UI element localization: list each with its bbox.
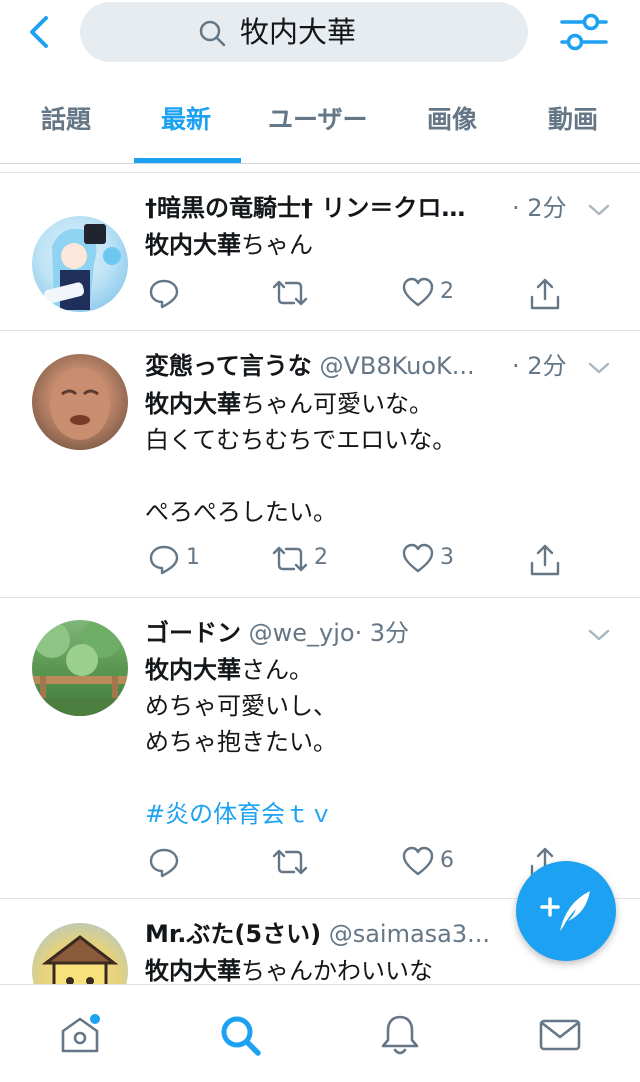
avatar[interactable] bbox=[32, 620, 128, 716]
tweet-text: 牧内大華ちゃん可愛いな。 白くてむちむちでエロいな。 ぺろぺろしたい。 bbox=[145, 390, 457, 526]
avatar[interactable] bbox=[32, 216, 128, 312]
mail-icon bbox=[539, 1019, 581, 1051]
tweet-text: 牧内大華ちゃん bbox=[145, 231, 313, 259]
like-count: 3 bbox=[440, 545, 454, 570]
active-tab-indicator bbox=[134, 158, 241, 163]
like-count: 2 bbox=[440, 279, 454, 304]
nav-notifications[interactable] bbox=[378, 1013, 422, 1057]
share-icon bbox=[530, 278, 560, 310]
divider bbox=[0, 597, 640, 598]
tweet-time: · 2分 bbox=[512, 352, 567, 380]
tweet-time: · 2分 bbox=[512, 194, 567, 222]
author-handle[interactable]: @VB8KuoK... bbox=[319, 352, 474, 380]
reply-icon bbox=[149, 545, 179, 575]
avatar[interactable] bbox=[32, 354, 128, 450]
reply-icon bbox=[149, 848, 179, 878]
retweet-button[interactable]: 2 bbox=[272, 543, 342, 577]
author-handle[interactable]: @we_yjo bbox=[249, 619, 355, 647]
chevron-down-icon[interactable] bbox=[587, 627, 611, 643]
tweet-time: · 3分 bbox=[354, 619, 410, 647]
back-arrow-icon[interactable] bbox=[22, 14, 58, 50]
reply-button[interactable] bbox=[148, 846, 208, 880]
retweet-button[interactable] bbox=[272, 277, 342, 311]
like-button[interactable]: 3 bbox=[402, 543, 472, 577]
reply-count: 1 bbox=[186, 545, 200, 570]
tweet-author: ゴードン @we_yjo· 3分 bbox=[145, 617, 409, 649]
divider bbox=[0, 330, 640, 331]
author-name[interactable]: †暗黒の竜騎士† リン＝クロ… bbox=[145, 194, 465, 222]
bottom-nav bbox=[0, 984, 640, 1082]
like-button[interactable]: 6 bbox=[402, 846, 472, 880]
retweet-icon bbox=[272, 546, 308, 572]
reply-icon bbox=[149, 279, 179, 309]
share-icon bbox=[530, 544, 560, 576]
tab-images[interactable]: 画像 bbox=[427, 100, 477, 136]
chevron-down-icon[interactable] bbox=[587, 202, 611, 218]
avatar-photo bbox=[32, 620, 128, 716]
share-button[interactable] bbox=[528, 543, 568, 577]
hashtag-link[interactable]: #炎の体育会ｔｖ bbox=[145, 800, 333, 828]
like-button[interactable]: 2 bbox=[402, 277, 472, 311]
avatar-photo bbox=[50, 368, 110, 440]
filter-settings-icon[interactable] bbox=[560, 12, 608, 52]
search-icon bbox=[199, 20, 226, 47]
retweet-icon bbox=[272, 280, 308, 306]
retweet-icon bbox=[272, 849, 308, 875]
divider bbox=[0, 172, 640, 173]
compose-feather-icon bbox=[540, 891, 590, 931]
nav-search[interactable] bbox=[218, 1013, 262, 1057]
retweet-count: 2 bbox=[314, 545, 328, 570]
author-name[interactable]: ゴードン bbox=[145, 619, 241, 647]
compose-tweet-button[interactable] bbox=[516, 861, 616, 961]
reply-button[interactable] bbox=[148, 277, 208, 311]
tab-users[interactable]: ユーザー bbox=[268, 100, 368, 136]
tweet-author: 変態って言うな @VB8KuoK... bbox=[145, 350, 475, 382]
retweet-button[interactable] bbox=[272, 846, 342, 880]
author-name[interactable]: Mr.ぶた(5さい) bbox=[145, 920, 321, 948]
avatar-illustration bbox=[43, 224, 121, 310]
heart-icon bbox=[402, 277, 434, 307]
search-tabs: 話題 最新 ユーザー 画像 動画 bbox=[0, 80, 640, 164]
nav-messages[interactable] bbox=[538, 1013, 582, 1057]
search-query: 牧内大華 bbox=[240, 15, 357, 49]
author-name[interactable]: 変態って言うな bbox=[145, 352, 312, 380]
author-handle[interactable]: @saimasa3... bbox=[329, 920, 490, 948]
share-button[interactable] bbox=[528, 277, 568, 311]
bell-icon bbox=[381, 1015, 419, 1055]
home-icon bbox=[61, 1014, 100, 1053]
chevron-down-icon[interactable] bbox=[587, 360, 611, 376]
reply-button[interactable]: 1 bbox=[148, 543, 208, 577]
like-count: 6 bbox=[440, 848, 454, 873]
search-input[interactable]: 牧内大華 bbox=[80, 2, 528, 62]
nav-home[interactable] bbox=[58, 1013, 102, 1057]
heart-icon bbox=[402, 846, 434, 876]
tweet-text: 牧内大華さん。 めちゃ可愛いし、 めちゃ抱きたい。 #炎の体育会ｔｖ bbox=[145, 656, 337, 828]
tab-videos[interactable]: 動画 bbox=[548, 100, 598, 136]
tab-top[interactable]: 話題 bbox=[41, 100, 91, 136]
tweet-author: †暗黒の竜騎士† リン＝クロ… bbox=[145, 192, 465, 224]
top-bar: 牧内大華 bbox=[0, 0, 640, 68]
tab-latest[interactable]: 最新 bbox=[161, 100, 211, 136]
tweet-author: Mr.ぶた(5さい) @saimasa3... bbox=[145, 918, 490, 950]
search-icon bbox=[221, 1016, 261, 1056]
heart-icon bbox=[402, 543, 434, 573]
